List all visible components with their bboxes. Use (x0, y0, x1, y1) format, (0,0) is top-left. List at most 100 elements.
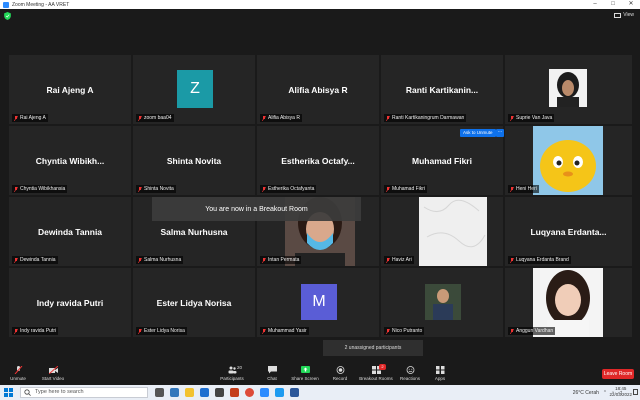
meeting-topbar (0, 9, 640, 24)
muted-mic-icon (14, 186, 18, 192)
muted-mic-icon (14, 366, 22, 374)
participant-name: Estherika Octafy... (281, 155, 355, 166)
reactions-button[interactable]: Reactions (395, 366, 425, 381)
meeting-toolbar: Unmute Start Video Participants 20 Chat … (0, 361, 640, 385)
participant-label: zoom baa04 (136, 114, 174, 122)
muted-mic-icon (510, 328, 514, 334)
muted-mic-icon (510, 115, 514, 121)
participant-tile[interactable]: Estherika Octafy... Estherika Octafyanta (257, 126, 379, 195)
word-icon[interactable] (200, 388, 209, 397)
leave-room-button[interactable]: Leave Room (602, 369, 634, 379)
participant-tile[interactable]: Ester Lidya Norisa Ester Lidya Norisa (133, 268, 255, 337)
participant-tile[interactable]: Shinta Novita Shinta Novita (133, 126, 255, 195)
breakout-rooms-button[interactable]: Breakout Rooms (358, 366, 394, 381)
chrome-icon[interactable] (245, 388, 254, 397)
maximize-button[interactable]: □ (604, 0, 622, 9)
security-shield-icon[interactable] (4, 12, 11, 20)
grid-view-icon (614, 12, 622, 18)
participant-name: Ranti Kartikanin... (405, 84, 479, 95)
participant-name: Chyntia Wibikh... (35, 155, 105, 166)
participant-tile[interactable]: M Muhammad Yasir (257, 268, 379, 337)
start-video-button[interactable]: Start Video (38, 366, 68, 381)
taskbar-search-box[interactable]: Type here to search (20, 387, 148, 398)
participant-label: Rai Ajeng A (12, 114, 48, 122)
participant-label: Indy ravida Putri (12, 327, 59, 335)
chat-button[interactable]: Chat (257, 366, 287, 381)
zoom-taskbar-icon[interactable] (260, 388, 269, 397)
muted-mic-icon (138, 257, 142, 263)
muted-mic-icon (262, 115, 266, 121)
apps-button[interactable]: Apps (425, 366, 455, 381)
muted-mic-icon (510, 257, 514, 263)
muted-mic-icon (14, 115, 18, 121)
breakout-room-toast: You are now in a Breakout Room (152, 197, 361, 221)
participant-tile[interactable]: Nico Putranto (381, 268, 503, 337)
view-button[interactable]: View (614, 12, 634, 18)
participant-tile[interactable]: Suprie Van Java (505, 55, 632, 124)
apps-icon (435, 366, 444, 374)
share-screen-button[interactable]: Share Screen (290, 366, 320, 381)
participant-label: Heni Heri (508, 185, 539, 193)
chevron-up-icon[interactable]: ⌃ (603, 390, 607, 396)
participant-label: Chyntia Wibikhansia (12, 185, 68, 193)
profile-photo (549, 69, 587, 107)
windows-taskbar: Type here to search 26°C Cerah ⌃ ◔ ◁ 18:… (0, 385, 640, 400)
participant-label: Nico Putranto (384, 327, 425, 335)
muted-mic-icon (262, 186, 266, 192)
search-placeholder: Type here to search (35, 389, 84, 395)
record-button[interactable]: Record (325, 366, 355, 381)
more-options-button[interactable]: ··· (496, 129, 504, 137)
participant-tile[interactable]: Ranti Kartikanin... Ranti Kartikaningrum… (381, 55, 503, 124)
muted-mic-icon (138, 186, 142, 192)
profile-photo (425, 284, 461, 320)
record-icon (336, 366, 344, 374)
participant-tile[interactable]: Rai Ajeng A Rai Ajeng A (9, 55, 131, 124)
file-explorer-icon[interactable] (185, 388, 194, 397)
powerpoint-icon[interactable] (230, 388, 239, 397)
edge-icon[interactable] (170, 388, 179, 397)
participant-tile[interactable]: Indy ravida Putri Indy ravida Putri (9, 268, 131, 337)
unassigned-participants-notice[interactable]: 2 unassigned participants (323, 340, 423, 356)
zoom-app-icon (3, 1, 9, 8)
participant-label: Ester Lidya Norisa (136, 327, 187, 335)
app-icon[interactable] (275, 388, 284, 397)
participant-label: Ranti Kartikaningrum Darmawan (384, 114, 467, 122)
breakout-badge: 2 (379, 364, 386, 370)
muted-mic-icon (386, 115, 390, 121)
participant-tile[interactable]: Anggun Vardhan (505, 268, 632, 337)
participant-name: Salma Nurhusna (160, 226, 228, 237)
participants-button[interactable]: Participants (217, 366, 247, 381)
participant-name: Luqyana Erdanta... (530, 226, 607, 237)
participant-label: Muhammad Yasir (260, 327, 309, 335)
date-label: 22/03/2022 (609, 392, 632, 397)
ask-to-unmute-button[interactable]: Ask to Unmute (460, 129, 496, 137)
taskbar-clock[interactable]: 18:45 22/03/2022 (609, 386, 632, 398)
task-view-icon[interactable] (155, 388, 164, 397)
participant-tile[interactable]: Heni Heri (505, 126, 632, 195)
participant-label: Estherika Octafyanta (260, 185, 317, 193)
muted-mic-icon (262, 328, 266, 334)
unmute-button[interactable]: Unmute (3, 366, 33, 381)
participant-tile[interactable]: Haviz Ari (381, 197, 503, 266)
avatar: Z (177, 70, 213, 108)
participant-tile[interactable]: Z zoom baa04 (133, 55, 255, 124)
participant-label: Haviz Ari (384, 256, 414, 264)
notification-icon[interactable] (633, 389, 638, 395)
participant-tile[interactable]: Alifia Abisya R Alifia Abisya R (257, 55, 379, 124)
participant-tile[interactable]: Luqyana Erdanta... Luqyana Erdanta Brand (505, 197, 632, 266)
store-icon[interactable] (215, 388, 224, 397)
participant-name: Indy ravida Putri (36, 297, 104, 308)
windows-start-icon[interactable] (4, 388, 13, 397)
profile-photo (533, 126, 603, 195)
participant-tile[interactable]: Chyntia Wibikh... Chyntia Wibikhansia (9, 126, 131, 195)
participant-label: Anggun Vardhan (508, 327, 556, 335)
minimize-button[interactable]: – (586, 0, 604, 9)
participant-tile[interactable]: Dewinda Tannia Dewinda Tannia (9, 197, 131, 266)
app-icon[interactable] (290, 388, 299, 397)
muted-mic-icon (138, 115, 142, 121)
participant-label: Suprie Van Java (508, 114, 555, 122)
weather-widget[interactable]: 26°C Cerah (573, 390, 599, 396)
participant-name: Alifia Abisya R (288, 84, 348, 95)
participant-label: Luqyana Erdanta Brand (508, 256, 571, 264)
close-window-button[interactable]: ✕ (622, 0, 640, 9)
